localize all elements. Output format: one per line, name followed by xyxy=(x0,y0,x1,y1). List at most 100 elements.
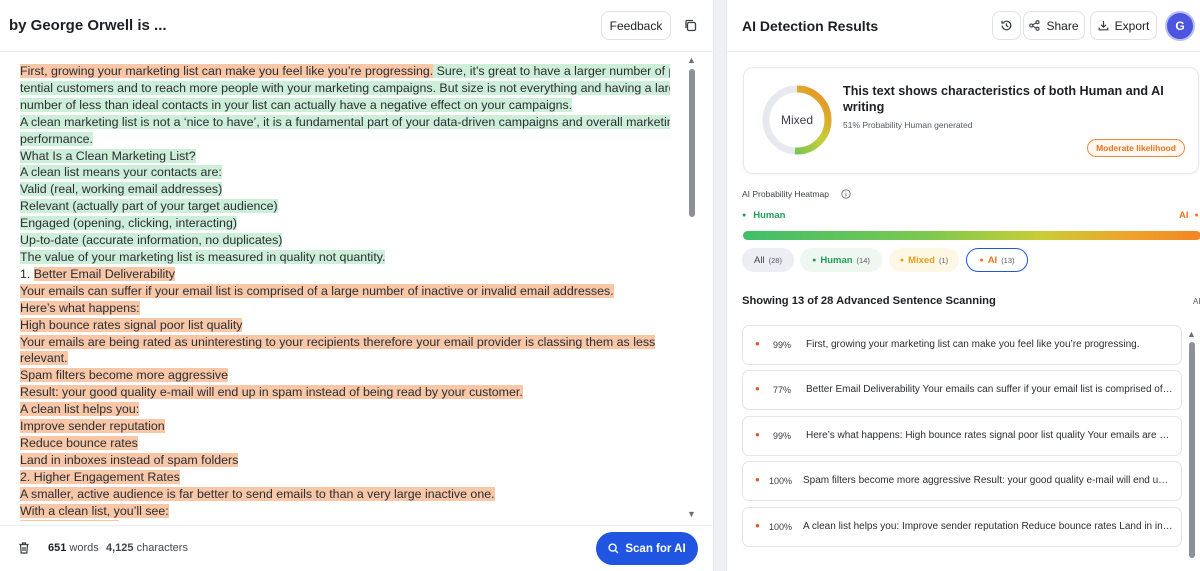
filter-all[interactable]: All (28) xyxy=(742,248,794,272)
text-line: A clean list helps you: xyxy=(20,401,670,418)
text-segment: Spam filters become more aggressive xyxy=(20,368,228,383)
dot-icon: ● xyxy=(812,256,817,264)
sentence-percent: 100% xyxy=(769,476,793,486)
share-icon xyxy=(1029,20,1041,31)
sentence-text: A clean list helps you: Improve sender r… xyxy=(803,521,1173,532)
summary-title: This text shows characteristics of both … xyxy=(843,84,1164,114)
text-line: What Is a Clean Marketing List? xyxy=(20,148,670,165)
text-line: High bounce rates signal poor list quali… xyxy=(20,317,670,334)
download-icon xyxy=(1098,21,1109,31)
scroll-thumb[interactable] xyxy=(1189,342,1195,558)
text-line: Spam filters become more aggressive xyxy=(20,367,670,384)
results-panel: AI Detection Results Share Export G Mixe… xyxy=(726,0,1200,571)
showing-label: Showing 13 of 28 Advanced Sentence Scann… xyxy=(742,295,996,307)
text-line: Here’s what happens: xyxy=(20,300,670,317)
text-segment: Your emails can suffer if your email lis… xyxy=(20,283,614,298)
text-line: Land in inboxes instead of spam folders xyxy=(20,452,670,469)
editor-footer: 651 words 4,125 characters Scan for AI xyxy=(0,525,714,571)
text-line: tential customers and to reach more peop… xyxy=(20,80,670,97)
info-icon[interactable] xyxy=(841,189,851,199)
text-line: Reduce bounce rates xyxy=(20,435,670,452)
text-segment: Better Email Deliverability xyxy=(33,266,175,281)
app-window: by George Orwell is ... Feedback First, … xyxy=(0,0,1200,571)
summary-card: Mixed This text shows characteristics of… xyxy=(743,67,1199,174)
editor-scrollbar[interactable]: ▲ ▼ xyxy=(686,55,698,521)
text-segment: First, growing your marketing list can m… xyxy=(20,64,434,78)
heatmap-legend-human: Human xyxy=(742,210,785,221)
text-line: A smaller, active audience is far better… xyxy=(20,486,670,503)
export-button[interactable]: Export xyxy=(1090,11,1157,40)
text-line: Valid (real, working email addresses) xyxy=(20,181,670,198)
ai-dot-icon: ● xyxy=(755,475,760,484)
trash-icon[interactable] xyxy=(17,541,31,555)
filter-mixed[interactable]: ● Mixed (1) xyxy=(889,248,959,272)
text-line: A clean list means your contacts are: xyxy=(20,164,670,181)
likelihood-badge: Moderate likelihood xyxy=(1087,139,1185,157)
word-count: 651 words xyxy=(48,542,99,554)
text-line: A clean marketing list is not a ‘nice to… xyxy=(20,114,670,131)
heatmap-label: AI Probability Heatmap xyxy=(742,189,829,199)
showing-trailing-label: AI xyxy=(1193,297,1200,306)
results-title: AI Detection Results xyxy=(742,18,879,34)
feedback-button[interactable]: Feedback xyxy=(601,11,671,40)
ai-dot-icon: ● xyxy=(755,384,760,393)
text-segment: Relevant (actually part of your target a… xyxy=(20,199,278,214)
text-segment: A smaller, active audience is far better… xyxy=(20,486,495,501)
panel-divider xyxy=(714,0,726,571)
text-segment: Up-to-date (accurate information, no dup… xyxy=(20,233,283,248)
text-line: Result: your good quality e-mail will en… xyxy=(20,384,670,401)
text-line: number of less than ideal contacts in yo… xyxy=(20,97,670,114)
search-icon xyxy=(608,543,619,554)
sentence-percent: 99% xyxy=(773,340,792,350)
text-segment: Here’s what happens: xyxy=(20,300,140,315)
ai-dot-icon: ● xyxy=(755,521,760,530)
editor-panel: by George Orwell is ... Feedback First, … xyxy=(0,0,714,571)
sentence-card[interactable]: ● 100% Spam filters become more aggressive… xyxy=(742,461,1182,501)
text-segment: Your emails are being rated as uninteres… xyxy=(20,334,656,349)
copy-icon xyxy=(684,19,696,32)
text-segment: Sure, it’s great to have a larger number… xyxy=(433,64,670,78)
text-segment: What Is a Clean Marketing List? xyxy=(20,148,196,163)
editor-header: by George Orwell is ... Feedback xyxy=(0,0,714,52)
filter-ai[interactable]: ● AI (13) xyxy=(966,248,1028,272)
text-line: 1. Better Email Deliverability xyxy=(20,266,670,283)
ai-dot-icon: ● xyxy=(755,430,760,439)
scan-label: Scan for AI xyxy=(625,542,686,555)
text-segment: Higher open rates xyxy=(20,520,119,521)
character-count: 4,125 characters xyxy=(106,542,188,554)
dot-icon: ● xyxy=(899,256,905,264)
export-label: Export xyxy=(1114,18,1150,33)
scroll-up-icon[interactable]: ▲ xyxy=(1187,329,1196,339)
user-avatar[interactable]: G xyxy=(1165,11,1195,41)
text-line: Relevant (actually part of your target a… xyxy=(20,198,670,215)
share-label: Share xyxy=(1046,18,1079,33)
ai-dot-icon: ● xyxy=(755,339,760,348)
scan-for-ai-button[interactable]: Scan for AI xyxy=(596,532,698,565)
scroll-thumb[interactable] xyxy=(689,69,695,217)
sentence-card[interactable]: ● 99% Here’s what happens: High bounce rat… xyxy=(742,416,1182,456)
sentence-card[interactable]: ● 100% A clean list helps you: Improve sen… xyxy=(742,507,1182,547)
history-button[interactable] xyxy=(992,11,1021,40)
text-segment: A clean list helps you: xyxy=(20,402,140,417)
text-segment: tential customers and to reach more peop… xyxy=(20,80,436,95)
history-icon xyxy=(1001,20,1012,31)
results-scrollbar[interactable]: ▲ xyxy=(1186,325,1198,571)
scroll-down-icon[interactable]: ▼ xyxy=(687,509,696,519)
text-segment: A clean marketing list is not a ‘nice to… xyxy=(20,114,670,129)
sentence-percent: 77% xyxy=(773,385,792,395)
text-line: With a clean list, you’ll see: xyxy=(20,503,670,520)
dot-icon: ● xyxy=(979,256,984,264)
text-line: Higher open rates xyxy=(20,519,670,521)
filter-human[interactable]: ● Human (14) xyxy=(800,248,882,272)
text-line: Engaged (opening, clicking, interacting) xyxy=(20,215,670,232)
share-button[interactable]: Share xyxy=(1023,11,1085,40)
sentence-card[interactable]: ● 77% Better Email Deliverability Your ema… xyxy=(742,370,1182,410)
text-segment: With a clean list, you’ll see: xyxy=(20,503,169,518)
text-line: 2. Higher Engagement Rates xyxy=(20,469,670,486)
sentence-text: Here’s what happens: High bounce rates s… xyxy=(806,430,1173,441)
copy-button[interactable] xyxy=(677,11,703,40)
sentence-card[interactable]: ● 99% First, growing your marketing list c… xyxy=(742,325,1182,365)
document-text[interactable]: First, growing your marketing list can m… xyxy=(20,63,670,521)
scroll-up-icon[interactable]: ▲ xyxy=(687,55,696,65)
gauge-label: Mixed xyxy=(780,113,813,127)
